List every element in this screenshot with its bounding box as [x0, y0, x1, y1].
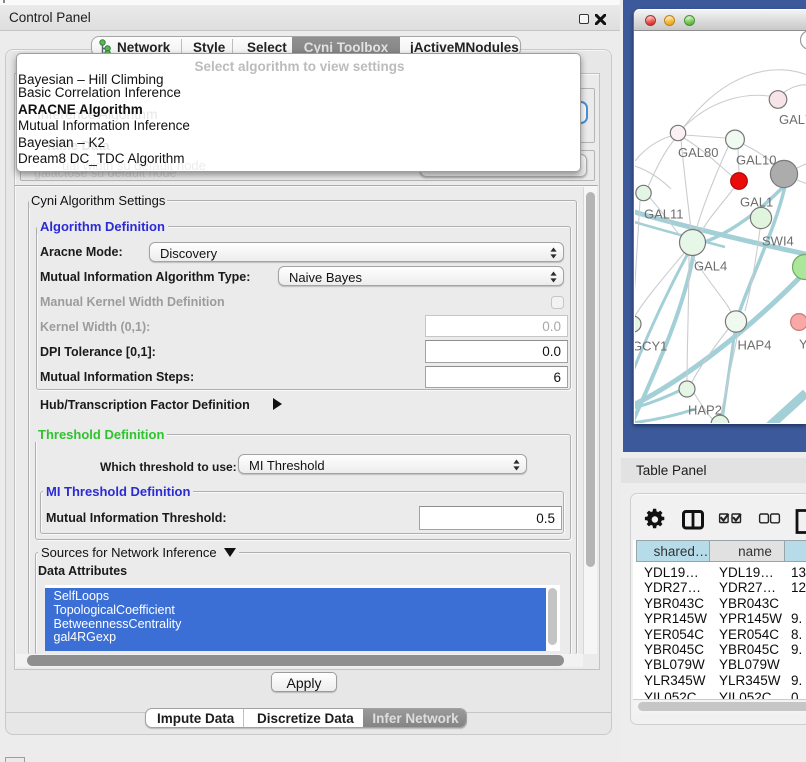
svg-text:GAL80: GAL80	[678, 145, 718, 160]
svg-text:GAL11: GAL11	[644, 207, 684, 222]
svg-text:SWI4: SWI4	[762, 234, 794, 249]
svg-text:GAL1: GAL1	[740, 195, 773, 210]
svg-text:HAP2: HAP2	[688, 403, 722, 418]
svg-text:GAL4: GAL4	[694, 259, 727, 274]
svg-text:GAL7: GAL7	[779, 112, 806, 127]
svg-text:GAL10: GAL10	[736, 153, 776, 168]
svg-text:GCY1: GCY1	[635, 339, 667, 354]
svg-text:YEL: YEL	[799, 337, 806, 352]
svg-text:HAP4: HAP4	[738, 338, 772, 353]
